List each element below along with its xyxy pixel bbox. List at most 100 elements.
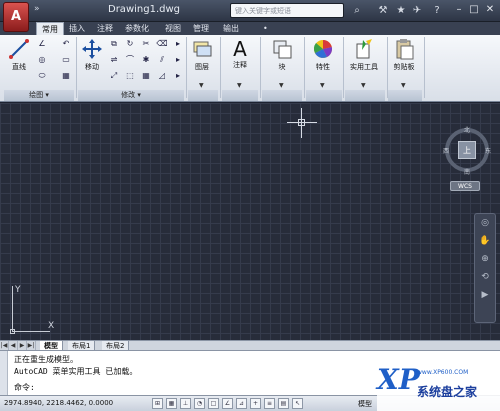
close-button[interactable]: ✕ <box>483 3 497 17</box>
cursor-coordinates[interactable]: 2974.8940, 2218.4462, 0.0000 <box>4 399 113 407</box>
clipboard-icon <box>396 39 414 60</box>
compass-east: 东 <box>485 148 492 155</box>
hatch-icon[interactable]: ▦ <box>60 71 72 81</box>
chevron-down-icon[interactable]: ▼ <box>320 82 325 89</box>
command-window-grip[interactable] <box>0 351 8 396</box>
viewcube[interactable]: 上 北 南 东 西 <box>442 125 492 176</box>
ucs-origin <box>10 329 15 334</box>
ribbon: 直线 ∠ ◎ ⬭ ↶ ▭ ▦ 绘图 ▾ 移动 ⧉ ⇌ ⤢ ↻ ⌒ ⬚ ✂ ✱ ▦… <box>0 35 500 102</box>
line-tool[interactable]: 直线 <box>6 38 32 72</box>
clipboard-panel-footer <box>388 90 422 101</box>
tab-parametric[interactable]: 参数化 <box>120 22 154 35</box>
rectangle-icon[interactable]: ▭ <box>60 55 72 65</box>
explode-icon[interactable]: ✱ <box>140 55 152 65</box>
draw-panel-label: 绘图 <box>29 91 44 99</box>
wrench-icon[interactable]: ⚒ <box>376 4 390 18</box>
ducs-toggle-icon[interactable]: ⊿ <box>236 398 247 409</box>
clipboard-tool[interactable]: 剪贴板 <box>389 38 419 72</box>
rotate-icon[interactable]: ↻ <box>124 39 136 49</box>
showmotion-icon[interactable]: ▶ <box>475 286 495 304</box>
panel-separator <box>304 37 305 98</box>
arc-icon[interactable]: ↶ <box>60 39 72 49</box>
fillet-icon[interactable]: ⌒ <box>124 55 136 65</box>
tab-more[interactable]: • <box>258 22 273 35</box>
star-icon[interactable]: ★ <box>394 4 408 18</box>
sc-toggle-icon[interactable]: ↖ <box>292 398 303 409</box>
polyline-icon[interactable]: ∠ <box>36 39 48 49</box>
orbit-icon[interactable]: ⟲ <box>475 268 495 286</box>
tab-home[interactable]: 常用 <box>36 22 64 35</box>
watermark-logo: XP <box>377 363 420 396</box>
trim-icon[interactable]: ✂ <box>140 39 152 49</box>
help-icon[interactable]: ? <box>430 4 444 18</box>
draw-panel-title[interactable]: 绘图 ▾ <box>4 90 74 101</box>
mirror-icon[interactable]: ⇌ <box>108 55 120 65</box>
circle-icon[interactable]: ◎ <box>36 55 48 65</box>
layers-tool[interactable]: 图层 <box>190 38 214 72</box>
properties-tool[interactable]: 特性 <box>310 38 336 72</box>
title-bar: A » Drawing1.dwg ⌕ ⚒ ★ ✈ ? – □ ✕ <box>0 0 500 32</box>
modify-more-icon[interactable]: ▸ <box>172 39 184 49</box>
application-menu-button[interactable]: A <box>3 2 29 32</box>
pickbox <box>298 119 305 126</box>
osnap-toggle-icon[interactable]: □ <box>208 398 219 409</box>
zoom-icon[interactable]: ⊕ <box>475 250 495 268</box>
chevron-down-icon[interactable]: ▼ <box>279 82 284 89</box>
command-prompt[interactable]: 命令: <box>14 382 35 393</box>
color-wheel-icon <box>313 39 333 58</box>
drawing-canvas[interactable]: 上 北 南 东 西 WCS ◎ ✋ ⊕ ⟲ ▶ Y X <box>0 102 500 340</box>
annotation-tool[interactable]: A 注释 <box>228 38 252 70</box>
chevron-down-icon[interactable]: ▼ <box>401 82 406 89</box>
modify-more-icon[interactable]: ▸ <box>172 71 184 81</box>
ellipse-icon[interactable]: ⬭ <box>36 71 48 81</box>
tab-output[interactable]: 输出 <box>218 22 244 35</box>
search-input[interactable] <box>231 4 343 17</box>
panel-separator <box>220 37 221 98</box>
tab-annotate[interactable]: 注释 <box>92 22 118 35</box>
search-icon[interactable]: ⌕ <box>350 4 364 18</box>
chevron-down-icon[interactable]: ▼ <box>361 82 366 89</box>
dyn-toggle-icon[interactable]: + <box>250 398 261 409</box>
exchange-icon[interactable]: ✈ <box>410 4 424 18</box>
erase-icon[interactable]: ⌫ <box>156 39 168 49</box>
utilities-panel-footer <box>345 90 385 101</box>
panel-separator <box>260 37 261 98</box>
scale-icon[interactable]: ⬚ <box>124 71 136 81</box>
modify-panel-title[interactable]: 修改 ▾ <box>78 90 184 101</box>
qp-toggle-icon[interactable]: ▤ <box>278 398 289 409</box>
properties-label: 特性 <box>316 63 330 71</box>
block-tool[interactable]: 块 <box>270 38 294 72</box>
minimize-button[interactable]: – <box>452 3 466 17</box>
stretch-icon[interactable]: ⤢ <box>108 71 120 81</box>
copy-icon[interactable]: ⧉ <box>108 39 120 49</box>
chevron-down-icon[interactable]: ▼ <box>199 82 204 89</box>
panel-separator <box>186 37 187 98</box>
viewcube-top-face[interactable]: 上 <box>458 141 476 159</box>
pan-icon[interactable]: ✋ <box>475 232 495 250</box>
tab-insert[interactable]: 插入 <box>64 22 90 35</box>
grid-toggle-icon[interactable]: ▦ <box>166 398 177 409</box>
utilities-tool[interactable]: 实用工具 <box>346 38 382 72</box>
ortho-toggle-icon[interactable]: ⊥ <box>180 398 191 409</box>
quick-access-toolbar[interactable]: » <box>34 4 41 14</box>
model-space-label[interactable]: 模型 <box>358 399 372 409</box>
snap-toggle-icon[interactable]: ⊞ <box>152 398 163 409</box>
tab-view[interactable]: 视图 <box>160 22 186 35</box>
search-box[interactable] <box>230 3 344 18</box>
offset-icon[interactable]: ⫽ <box>156 55 168 65</box>
steering-wheel-icon[interactable]: ◎ <box>475 214 495 232</box>
lineweight-toggle-icon[interactable]: ≡ <box>264 398 275 409</box>
chamfer-icon[interactable]: ◿ <box>156 71 168 81</box>
panel-separator <box>76 37 77 98</box>
array-icon[interactable]: ▦ <box>140 71 152 81</box>
wcs-menu[interactable]: WCS <box>450 181 480 191</box>
chevron-down-icon[interactable]: ▼ <box>237 82 242 89</box>
polar-toggle-icon[interactable]: ◔ <box>194 398 205 409</box>
tab-manage[interactable]: 管理 <box>188 22 214 35</box>
line-tool-label: 直线 <box>12 63 26 71</box>
move-tool[interactable]: 移动 <box>79 38 105 72</box>
maximize-button[interactable]: □ <box>467 3 481 17</box>
layers-icon <box>193 41 212 57</box>
modify-more-icon[interactable]: ▸ <box>172 55 184 65</box>
otrack-toggle-icon[interactable]: ∠ <box>222 398 233 409</box>
